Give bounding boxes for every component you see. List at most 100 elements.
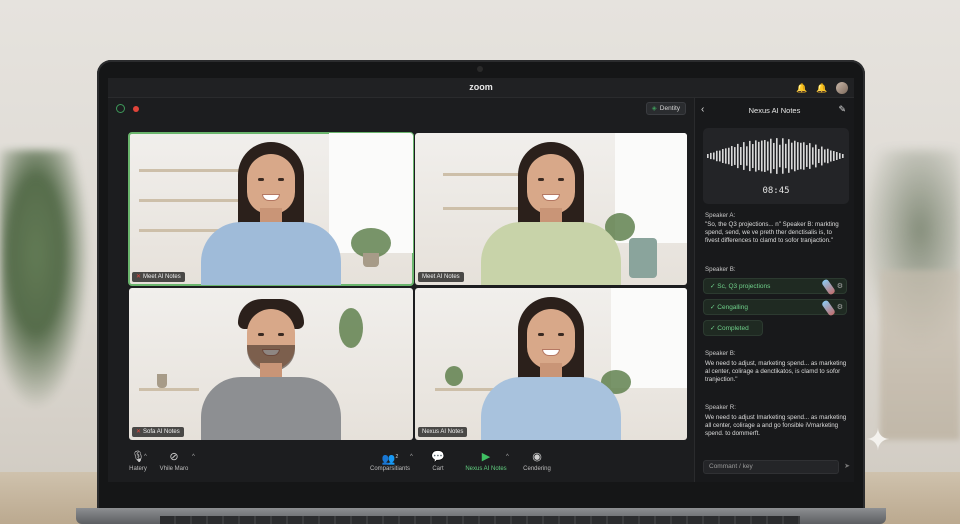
waveform-bar bbox=[806, 145, 808, 167]
settings-icon[interactable]: ⚙ bbox=[837, 303, 843, 311]
app-title: zoom bbox=[469, 82, 493, 92]
waveform-bar bbox=[809, 143, 811, 169]
waveform-bar bbox=[782, 138, 784, 174]
speaker-label: Speaker A: bbox=[705, 212, 736, 219]
security-icon[interactable] bbox=[116, 104, 125, 113]
panel-title: Nexus AI Notes bbox=[748, 106, 801, 115]
transcript-text: We need to adjust Imarketing spend... as… bbox=[705, 414, 847, 437]
participant-name-tag: ✕ Meet AI Notes bbox=[132, 272, 185, 282]
participant-video bbox=[196, 295, 346, 440]
recording-indicator-icon bbox=[133, 105, 139, 112]
video-tile[interactable]: ✕ Meet AI Notes bbox=[128, 132, 414, 286]
waveform-bar bbox=[833, 151, 835, 161]
mic-off-icon: ✕ bbox=[136, 274, 142, 280]
meeting-toolbar: 🎙 Hatery ^ ⊘ Vhile Maro ^ 👥2 Comparsitia… bbox=[108, 448, 694, 482]
waveform-bar bbox=[821, 146, 823, 166]
send-icon[interactable]: ➤ bbox=[844, 462, 850, 470]
note-chip[interactable]: ✓ Sc, Q3 projections ⚙ bbox=[703, 278, 847, 296]
video-button[interactable]: ⊘ Vhile Maro bbox=[144, 450, 204, 472]
recording-timer: 08:45 bbox=[762, 186, 790, 196]
waveform-bar bbox=[776, 138, 778, 174]
video-grid: ✕ Meet AI Notes Meet AI Notes ✕ Sofa AI … bbox=[128, 132, 688, 443]
waveform-bar bbox=[728, 147, 730, 165]
participant-name-tag: Nexus AI Notes bbox=[418, 427, 468, 437]
mic-off-icon: ✕ bbox=[136, 429, 142, 435]
command-input[interactable]: Commant / key bbox=[703, 460, 839, 474]
participant-video bbox=[476, 140, 626, 285]
meeting-area: ◈ Dentity ✕ Meet AI Notes Meet AI Notes … bbox=[108, 98, 694, 482]
identity-label: Dentity bbox=[659, 105, 680, 112]
participant-video bbox=[476, 295, 626, 440]
waveform-bar bbox=[761, 140, 763, 172]
pin-icon bbox=[821, 278, 836, 296]
waveform-bar bbox=[725, 148, 727, 164]
waveform-bar bbox=[839, 153, 841, 159]
video-tile[interactable]: Nexus AI Notes bbox=[415, 288, 687, 440]
speaker-label: Speaker R: bbox=[705, 404, 736, 411]
notification-bell-icon[interactable]: 🔔 bbox=[816, 83, 827, 94]
waveform-bar bbox=[734, 147, 736, 165]
waveform-bar bbox=[752, 144, 754, 168]
waveform-bar bbox=[758, 141, 760, 171]
waveform-bar bbox=[764, 140, 766, 172]
ai-notes-panel: ‹ Nexus AI Notes ✎ 08:45 Speaker A: "So,… bbox=[694, 98, 854, 482]
speaker-label: Speaker B: bbox=[705, 266, 736, 273]
app-window: zoom 🔔 🔔 ◈ Dentity ✕ Meet AI Notes Meet … bbox=[108, 78, 854, 482]
waveform-bar bbox=[788, 139, 790, 173]
waveform-bar bbox=[836, 152, 838, 160]
waveform-bar bbox=[800, 142, 802, 170]
waveform-bar bbox=[791, 142, 793, 170]
waveform-bar bbox=[830, 150, 832, 162]
audio-waveform: 08:45 bbox=[703, 128, 849, 204]
waveform-bar bbox=[716, 150, 718, 162]
waveform-bar bbox=[737, 143, 739, 169]
recording-button[interactable]: ◉ Cendering bbox=[507, 450, 567, 472]
sparkle-icon: ✦ bbox=[865, 424, 891, 457]
waveform-bar bbox=[707, 154, 709, 158]
waveform-bar bbox=[749, 140, 751, 172]
bell-icon[interactable]: 🔔 bbox=[796, 83, 807, 94]
waveform-bar bbox=[722, 149, 724, 163]
waveform-bar bbox=[827, 148, 829, 164]
waveform-bar bbox=[815, 144, 817, 168]
note-chip[interactable]: ✓ Cengalling ⚙ bbox=[703, 299, 847, 317]
waveform-bar bbox=[785, 143, 787, 169]
waveform-bar bbox=[770, 138, 772, 174]
avatar[interactable] bbox=[836, 82, 848, 94]
chevron-up-icon[interactable]: ^ bbox=[192, 454, 195, 460]
waveform-bar bbox=[818, 148, 820, 164]
waveform-bar bbox=[719, 150, 721, 162]
video-tile[interactable]: ✕ Sofa AI Notes bbox=[129, 288, 413, 440]
waveform-bar bbox=[755, 140, 757, 172]
waveform-bar bbox=[740, 147, 742, 165]
recording-icon: ◉ bbox=[532, 451, 542, 463]
transcript-text: "So, the Q3 projections... n" Speaker B:… bbox=[705, 221, 839, 244]
edit-icon[interactable]: ✎ bbox=[838, 104, 846, 115]
transcript-text: We need to adjust, marketing spend... as… bbox=[705, 360, 847, 383]
participant-video bbox=[196, 140, 346, 285]
identity-button[interactable]: ◈ Dentity bbox=[645, 102, 686, 115]
waveform-bar bbox=[710, 152, 712, 160]
note-chip[interactable]: ✓ Completed bbox=[703, 320, 763, 336]
waveform-bar bbox=[842, 154, 844, 158]
shield-icon: ◈ bbox=[651, 105, 657, 112]
waveform-bar bbox=[713, 152, 715, 160]
waveform-bar bbox=[797, 142, 799, 170]
waveform-bar bbox=[746, 146, 748, 166]
waveform-bar bbox=[824, 149, 826, 163]
waveform-bar bbox=[794, 140, 796, 172]
webcam bbox=[477, 66, 483, 72]
waveform-bar bbox=[731, 146, 733, 166]
keyboard bbox=[160, 516, 800, 524]
video-tile[interactable]: Meet AI Notes bbox=[415, 133, 687, 285]
pin-icon bbox=[821, 299, 836, 317]
waveform-bar bbox=[767, 141, 769, 171]
participant-name-tag: ✕ Sofa AI Notes bbox=[132, 427, 184, 437]
waveform-bar bbox=[779, 144, 781, 168]
waveform-bar bbox=[773, 142, 775, 170]
title-bar: zoom 🔔 🔔 bbox=[108, 78, 854, 98]
waveform-bar bbox=[812, 147, 814, 165]
speaker-label: Speaker B: bbox=[705, 350, 736, 357]
waveform-bar bbox=[803, 142, 805, 170]
settings-icon[interactable]: ⚙ bbox=[837, 282, 843, 290]
